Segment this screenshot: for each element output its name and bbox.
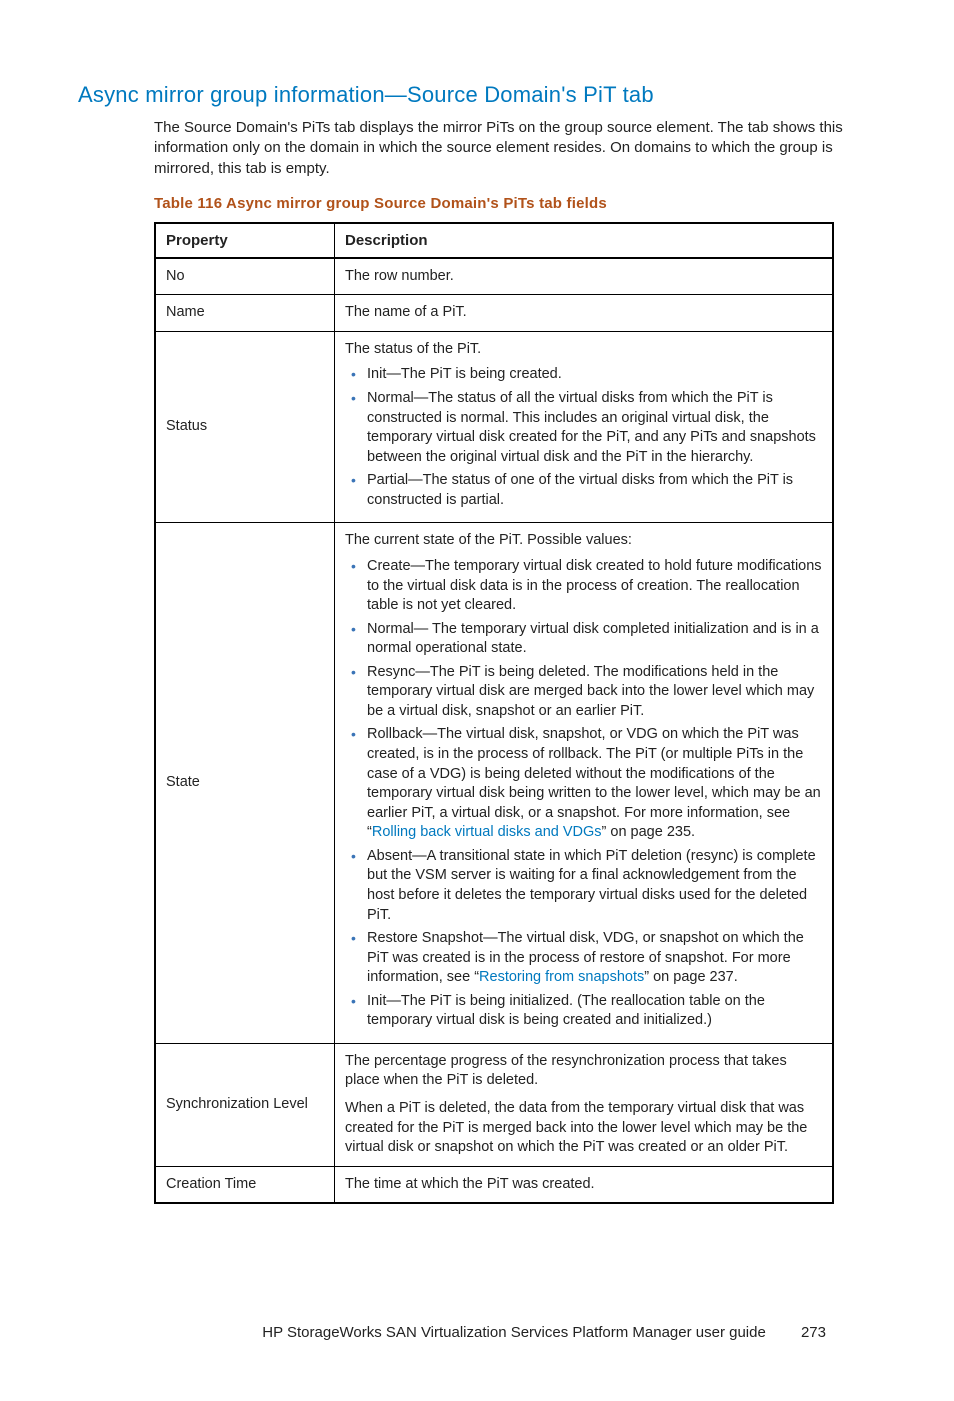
list-item: Init—The PiT is being created.	[345, 365, 822, 385]
list-item: Init—The PiT is being initialized. (The …	[345, 992, 822, 1031]
state-lead: The current state of the PiT. Possible v…	[345, 532, 632, 548]
table-row: Status The status of the PiT. Init—The P…	[155, 331, 833, 523]
desc-no: The row number.	[335, 258, 834, 295]
desc-sync-level: The percentage progress of the resynchro…	[335, 1043, 834, 1166]
list-item: Absent—A transitional state in which PiT…	[345, 847, 822, 925]
prop-name: Name	[155, 295, 335, 332]
list-item: Partial—The status of one of the virtual…	[345, 471, 822, 510]
status-list: Init—The PiT is being created. Normal—Th…	[345, 365, 822, 510]
table-row: State The current state of the PiT. Poss…	[155, 523, 833, 1044]
list-item: Resync—The PiT is being deleted. The mod…	[345, 663, 822, 722]
table-row: Name The name of a PiT.	[155, 295, 833, 332]
sync-p2: When a PiT is deleted, the data from the…	[345, 1099, 822, 1158]
list-item: Normal—The status of all the virtual dis…	[345, 389, 822, 467]
desc-status: The status of the PiT. Init—The PiT is b…	[335, 331, 834, 523]
state-list: Create—The temporary virtual disk create…	[345, 557, 822, 1031]
desc-state: The current state of the PiT. Possible v…	[335, 523, 834, 1044]
fields-table: Property Description No The row number. …	[154, 222, 834, 1205]
status-lead: The status of the PiT.	[345, 341, 481, 357]
desc-creation-time: The time at which the PiT was created.	[335, 1166, 834, 1203]
table-row: Synchronization Level The percentage pro…	[155, 1043, 833, 1166]
prop-no: No	[155, 258, 335, 295]
prop-status: Status	[155, 331, 335, 523]
col-property: Property	[155, 223, 335, 258]
list-item: Restore Snapshot—The virtual disk, VDG, …	[345, 929, 822, 988]
intro-paragraph: The Source Domain's PiTs tab displays th…	[154, 118, 876, 179]
footer-doc-title: HP StorageWorks SAN Virtualization Servi…	[262, 1324, 766, 1341]
table-header-row: Property Description	[155, 223, 833, 258]
page-number: 273	[770, 1324, 826, 1341]
document-page: Async mirror group information—Source Do…	[0, 0, 954, 1401]
col-description: Description	[335, 223, 834, 258]
xref-rolling-back[interactable]: Rolling back virtual disks and VDGs	[372, 824, 602, 840]
rollback-post: ” on page 235.	[602, 824, 696, 840]
restore-post: ” on page 237.	[644, 969, 738, 985]
sync-p1: The percentage progress of the resynchro…	[345, 1052, 822, 1091]
table-row: Creation Time The time at which the PiT …	[155, 1166, 833, 1203]
page-footer: HP StorageWorks SAN Virtualization Servi…	[78, 1324, 876, 1341]
xref-restoring-snapshots[interactable]: Restoring from snapshots	[479, 969, 644, 985]
list-item: Rollback—The virtual disk, snapshot, or …	[345, 725, 822, 842]
prop-sync-level: Synchronization Level	[155, 1043, 335, 1166]
prop-state: State	[155, 523, 335, 1044]
list-item: Create—The temporary virtual disk create…	[345, 557, 822, 616]
table-caption: Table 116 Async mirror group Source Doma…	[154, 195, 876, 212]
section-heading: Async mirror group information—Source Do…	[78, 82, 876, 108]
table-row: No The row number.	[155, 258, 833, 295]
prop-creation-time: Creation Time	[155, 1166, 335, 1203]
desc-name: The name of a PiT.	[335, 295, 834, 332]
list-item: Normal— The temporary virtual disk compl…	[345, 620, 822, 659]
